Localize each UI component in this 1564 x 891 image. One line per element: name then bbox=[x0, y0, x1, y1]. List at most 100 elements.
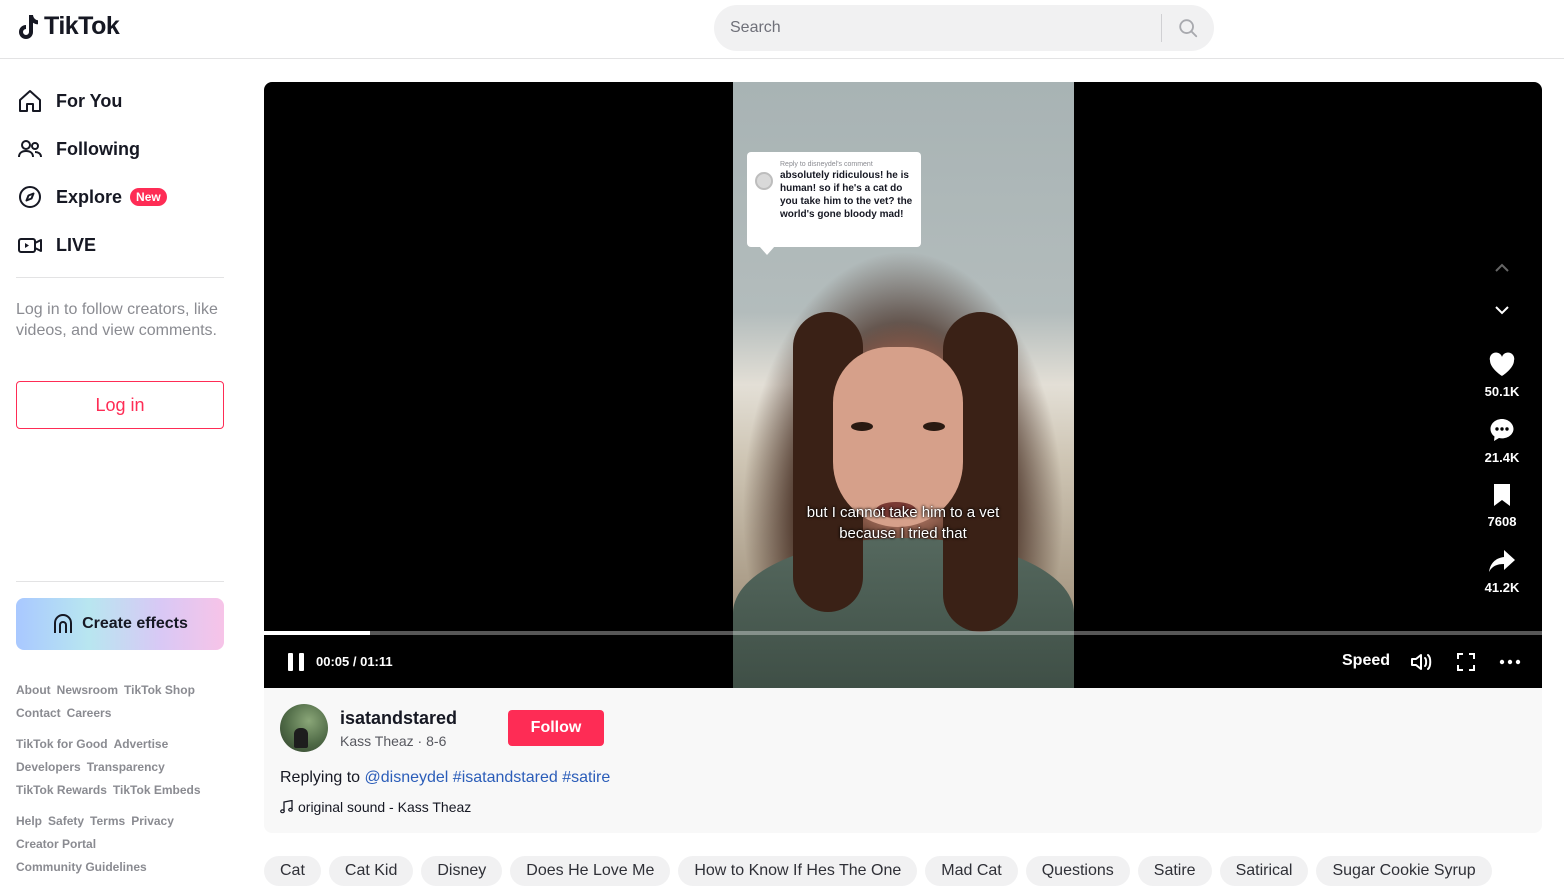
sidebar-divider bbox=[16, 277, 224, 278]
video-frame[interactable]: Reply to disneydel's comment absolutely … bbox=[733, 82, 1074, 688]
tag-chip[interactable]: How to Know If Hes The One bbox=[678, 856, 918, 886]
tag-chip[interactable]: Mad Cat bbox=[925, 856, 1018, 886]
footer-link[interactable]: Contact bbox=[16, 706, 61, 720]
video-subject-eye bbox=[923, 422, 945, 431]
like-count: 50.1K bbox=[1484, 384, 1520, 399]
footer-link[interactable]: Advertise bbox=[114, 737, 169, 751]
search-button[interactable] bbox=[1162, 5, 1214, 51]
tag-chip[interactable]: Cat bbox=[264, 856, 321, 886]
footer-link[interactable]: Newsroom bbox=[57, 683, 118, 697]
video-player[interactable]: Reply to disneydel's comment absolutely … bbox=[264, 82, 1542, 688]
login-button[interactable]: Log in bbox=[16, 381, 224, 429]
footer-link[interactable]: Privacy bbox=[131, 814, 174, 828]
share-button[interactable]: 41.2K bbox=[1472, 548, 1532, 595]
footer-link[interactable]: Community Guidelines bbox=[16, 860, 147, 874]
tag-chip[interactable]: Cat Kid bbox=[328, 856, 414, 886]
comment-button[interactable]: 21.4K bbox=[1472, 416, 1532, 465]
speed-button[interactable]: Speed bbox=[1342, 652, 1390, 670]
post-username[interactable]: isatandstared bbox=[340, 708, 457, 729]
search-input[interactable] bbox=[714, 5, 1161, 51]
sidebar-divider bbox=[16, 581, 224, 582]
sidebar-item-label: Following bbox=[56, 138, 140, 159]
related-tags: Cat Cat Kid Disney Does He Love Me How t… bbox=[264, 856, 1492, 886]
create-effects-label: Create effects bbox=[82, 615, 188, 632]
comment-icon bbox=[1490, 419, 1514, 441]
fullscreen-button[interactable] bbox=[1454, 651, 1478, 673]
avatar[interactable] bbox=[280, 704, 328, 752]
hashtag-link[interactable]: #satire bbox=[562, 769, 610, 786]
users-icon bbox=[16, 135, 44, 163]
video-controls: 00:05 / 01:11 Speed bbox=[264, 642, 1542, 682]
volume-icon bbox=[1411, 654, 1432, 670]
tiktok-logo[interactable]: TikTok bbox=[16, 12, 120, 41]
volume-button[interactable] bbox=[1410, 651, 1434, 673]
footer-link[interactable]: TikTok for Good bbox=[16, 737, 108, 751]
footer-link[interactable]: Help bbox=[16, 814, 42, 828]
tag-chip[interactable]: Does He Love Me bbox=[510, 856, 671, 886]
next-video-button[interactable] bbox=[1486, 304, 1518, 316]
footer-link[interactable]: Terms bbox=[90, 814, 125, 828]
footer-link[interactable]: TikTok Shop bbox=[124, 683, 195, 697]
sidebar-item-label: Explore bbox=[56, 186, 123, 207]
post-date: 8-6 bbox=[426, 733, 447, 749]
sound-label: original sound - Kass Theaz bbox=[298, 799, 472, 815]
music-note-icon bbox=[280, 800, 293, 814]
reply-comment-text: absolutely ridiculous! he is human! so i… bbox=[780, 170, 913, 220]
top-header: TikTok bbox=[0, 0, 1564, 59]
video-caption: but I cannot take him to a vet because I… bbox=[806, 504, 1000, 542]
sidebar-item-explore[interactable]: Explore New bbox=[16, 177, 167, 217]
effects-icon bbox=[54, 614, 73, 633]
chevron-down-icon bbox=[1495, 306, 1509, 315]
home-icon bbox=[16, 87, 44, 115]
new-badge: New bbox=[130, 188, 167, 206]
live-video-icon bbox=[16, 231, 44, 259]
footer-link[interactable]: Careers bbox=[67, 706, 112, 720]
sidebar-item-for-you[interactable]: For You bbox=[16, 81, 122, 121]
post-display-name[interactable]: Kass Theaz bbox=[340, 733, 414, 749]
login-prompt-text: Log in to follow creators, like videos, … bbox=[16, 301, 218, 339]
footer-link[interactable]: TikTok Embeds bbox=[113, 783, 201, 797]
tiktok-wordmark: TikTok bbox=[44, 12, 120, 40]
follow-button[interactable]: Follow bbox=[508, 710, 604, 746]
chevron-up-icon bbox=[1495, 263, 1509, 272]
pause-button[interactable] bbox=[288, 653, 304, 671]
bookmark-icon bbox=[1494, 484, 1510, 506]
footer-link[interactable]: About bbox=[16, 683, 51, 697]
tag-chip[interactable]: Satire bbox=[1137, 856, 1212, 886]
sidebar-item-live[interactable]: LIVE bbox=[16, 225, 96, 265]
search-bar bbox=[714, 5, 1214, 51]
sidebar: For You Following Explore New LIVE Log i… bbox=[0, 59, 240, 891]
tag-chip[interactable]: Questions bbox=[1025, 856, 1130, 886]
heart-icon bbox=[1489, 352, 1515, 376]
footer-link[interactable]: TikTok Rewards bbox=[16, 783, 107, 797]
previous-video-button[interactable] bbox=[1486, 262, 1518, 274]
tag-chip[interactable]: Disney bbox=[421, 856, 503, 886]
share-icon bbox=[1489, 550, 1515, 572]
more-icon bbox=[1499, 659, 1521, 665]
tag-chip[interactable]: Satirical bbox=[1219, 856, 1309, 886]
footer-link[interactable]: Developers bbox=[16, 760, 81, 774]
like-button[interactable]: 50.1K bbox=[1472, 352, 1532, 399]
video-subject-face bbox=[833, 347, 963, 527]
sidebar-item-following[interactable]: Following bbox=[16, 129, 140, 169]
mention-link[interactable]: @disneydel bbox=[365, 769, 449, 786]
meta-separator: · bbox=[413, 733, 427, 749]
video-progress-bar[interactable] bbox=[264, 631, 1542, 635]
post-author-meta: Kass Theaz · 8-6 bbox=[340, 733, 446, 749]
sidebar-item-label: LIVE bbox=[56, 234, 97, 255]
hashtag-link[interactable]: #isatandstared bbox=[453, 769, 558, 786]
replying-prefix: Replying to bbox=[280, 769, 361, 786]
compass-icon bbox=[16, 183, 44, 211]
sound-link[interactable]: original sound - Kass Theaz bbox=[280, 799, 471, 815]
video-subject-eye bbox=[851, 422, 873, 431]
footer-link[interactable]: Safety bbox=[48, 814, 84, 828]
reply-comment-header: Reply to disneydel's comment bbox=[780, 161, 873, 168]
footer-link[interactable]: Transparency bbox=[87, 760, 165, 774]
footer-link[interactable]: Creator Portal bbox=[16, 837, 96, 851]
more-options-button[interactable] bbox=[1498, 651, 1522, 673]
reply-comment-bubble: Reply to disneydel's comment absolutely … bbox=[747, 152, 921, 255]
tag-chip[interactable]: Sugar Cookie Syrup bbox=[1316, 856, 1492, 886]
create-effects-button[interactable]: Create effects bbox=[16, 598, 224, 650]
save-button[interactable]: 7608 bbox=[1472, 482, 1532, 529]
share-count: 41.2K bbox=[1484, 580, 1520, 595]
